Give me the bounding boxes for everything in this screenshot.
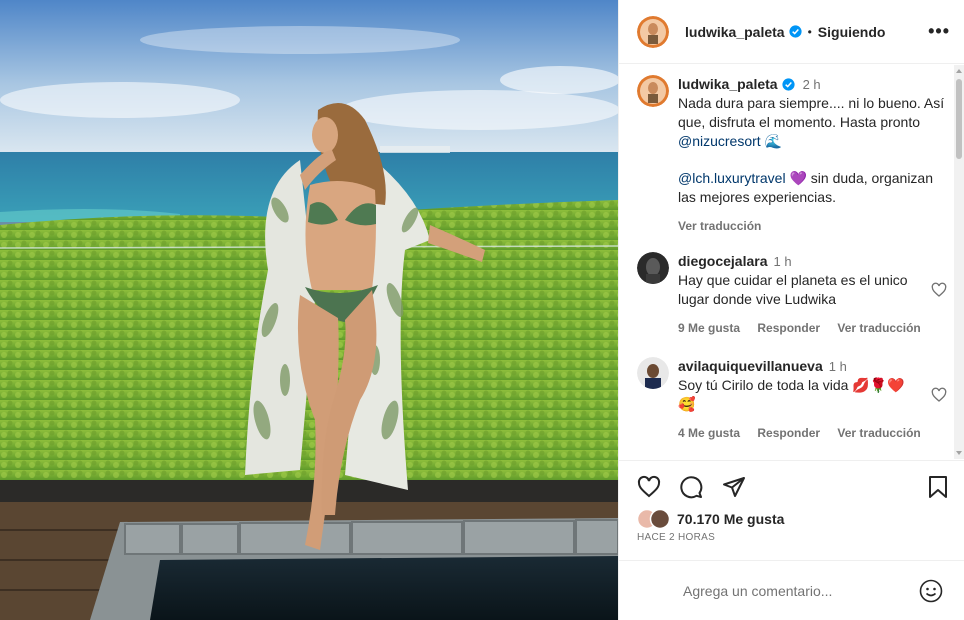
likes-count[interactable]: 70.170 Me gusta [677,511,784,527]
photo-scene [0,0,618,620]
reply-button[interactable]: Responder [757,426,820,440]
save-bookmark-icon[interactable] [927,475,949,499]
caption-text-second: @lch.luxurytravel 💜 sin duda, organizan … [678,170,933,205]
follow-status-button[interactable]: Siguiendo [818,24,886,40]
scrollbar-thumb[interactable] [956,79,962,159]
caption-avatar[interactable] [637,75,669,107]
emoji-picker-icon[interactable] [919,579,943,603]
comment-bubble-icon[interactable] [679,475,703,499]
scroll-up-arrow-icon[interactable] [956,69,962,73]
caption-time: 2 h [802,77,821,92]
like-comment-heart-icon[interactable] [931,282,947,298]
commenter-username[interactable]: avilaquiquevillanueva [678,358,823,374]
post-header: ludwika_paleta • Siguiendo ••• [619,0,964,64]
comment-translate-link[interactable]: Ver traducción [837,321,920,335]
purple-heart-emoji: 💜 [789,170,807,186]
post-details-panel: ludwika_paleta • Siguiendo ••• ludwika_p… [618,0,964,620]
comment-translate-link[interactable]: Ver traducción [837,426,920,440]
reply-button[interactable]: Responder [757,321,820,335]
comment-time: 1 h [828,359,847,374]
comment-likes[interactable]: 9 Me gusta [678,321,740,335]
caption-text: Nada dura para siempre.... ni lo bueno. … [678,95,945,149]
like-heart-icon[interactable] [637,475,661,499]
caption-translate-link[interactable]: Ver traducción [678,217,947,236]
comments-list[interactable]: ludwika_paleta 2 h Nada dura para siempre… [619,65,964,459]
comment-meta: 4 Me gusta Responder Ver traducción [678,424,947,443]
comment-time: 1 h [773,254,792,269]
commenter-avatar[interactable] [637,252,669,284]
comment-item: avilaquiquevillanueva 1 h Soy tú Cirilo d… [637,357,947,443]
comment-input[interactable] [683,582,919,599]
add-comment-bar [619,560,964,620]
author-avatar[interactable] [637,15,669,48]
post-timestamp: HACE 2 HORAS [637,532,716,543]
wave-emoji: 🌊 [764,133,783,149]
comment-likes[interactable]: 4 Me gusta [678,426,740,440]
header-separator: • [807,24,812,39]
more-options-icon[interactable]: ••• [928,21,950,42]
comment-item: diegocejalara 1 h Hay que cuidar el plane… [637,252,947,338]
comment-text: Soy tú Cirilo de toda la vida 💋🌹❤️ 🥰 [678,377,905,412]
like-comment-heart-icon[interactable] [931,387,947,403]
caption-verified-badge-icon [782,78,795,91]
author-username[interactable]: ludwika_paleta [685,24,785,40]
verified-badge-icon [789,25,802,38]
scroll-down-arrow-icon[interactable] [956,451,962,455]
liker-avatars[interactable] [637,509,671,529]
post-actions: 70.170 Me gusta HACE 2 HORAS [619,460,964,560]
commenter-username[interactable]: diegocejalara [678,253,768,269]
likes-row: 70.170 Me gusta [637,509,784,529]
caption-username[interactable]: ludwika_paleta [678,76,778,92]
commenter-avatar[interactable] [637,357,669,389]
mention-nizucresort[interactable]: @nizucresort [678,133,761,149]
comments-scrollbar[interactable] [954,65,964,459]
share-paper-plane-icon[interactable] [722,475,746,499]
caption-item: ludwika_paleta 2 h Nada dura para siempre… [637,75,947,236]
comment-text: Hay que cuidar el planeta es el unico lu… [678,272,908,307]
comment-meta: 9 Me gusta Responder Ver traducción [678,319,947,338]
post-photo[interactable] [0,0,618,620]
mention-lch-luxurytravel[interactable]: @lch.luxurytravel [678,170,786,186]
